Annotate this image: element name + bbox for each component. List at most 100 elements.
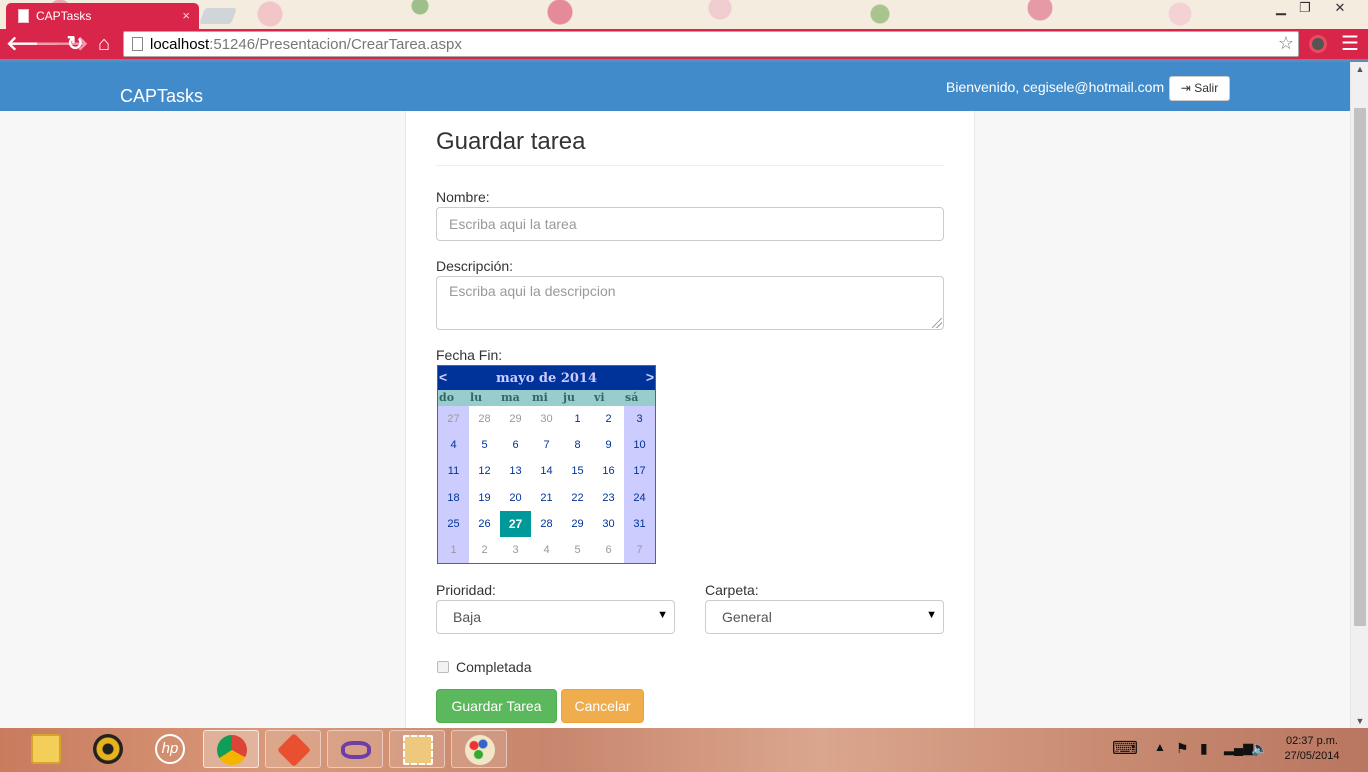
calendar-day[interactable]: 26 — [469, 511, 500, 537]
action-center-flag-icon[interactable]: ⚑ — [1176, 740, 1189, 757]
calendar-day[interactable]: 29 — [500, 406, 531, 432]
calendar-day[interactable]: 21 — [531, 485, 562, 511]
prioridad-select[interactable]: Baja ▼ — [436, 600, 675, 634]
calendar-day[interactable]: 31 — [624, 510, 655, 537]
back-arrow-icon[interactable]: 🡐 — [6, 31, 60, 57]
resize-handle-icon[interactable] — [932, 318, 942, 328]
calendar-day[interactable]: 6 — [500, 432, 531, 458]
calendar-day[interactable]: 25 — [438, 510, 469, 537]
vertical-scrollbar[interactable]: ▲ ▼ — [1350, 62, 1368, 728]
calendar-day[interactable]: 20 — [500, 485, 531, 511]
keyboard-icon[interactable]: ⌨ — [1112, 738, 1138, 759]
calendar-day[interactable]: 13 — [500, 458, 531, 484]
forward-arrow-icon[interactable]: 🡒 — [35, 31, 89, 57]
calendar-day[interactable]: 14 — [531, 458, 562, 484]
calendar-day[interactable]: 17 — [624, 458, 655, 485]
calendar-day[interactable]: 1 — [562, 406, 593, 432]
folder-icon — [31, 734, 61, 764]
calendar-day[interactable]: 18 — [438, 484, 469, 511]
calendar-day[interactable]: 2 — [469, 537, 500, 563]
taskbar-snipping-tool[interactable] — [389, 730, 445, 768]
weekday-label: do — [439, 391, 455, 404]
volume-icon[interactable]: 🔈 — [1251, 740, 1268, 757]
calendar-day-selected[interactable]: 27 — [500, 510, 531, 537]
close-tab-icon[interactable]: × — [182, 8, 190, 23]
dropdown-caret-icon: ▼ — [926, 609, 937, 621]
bookmark-star-icon[interactable]: ☆ — [1278, 33, 1294, 54]
calendar-day[interactable]: 15 — [562, 458, 593, 484]
maximize-window-button[interactable]: ❐ — [1295, 0, 1315, 17]
completada-checkbox[interactable] — [437, 661, 449, 673]
taskbar-hp[interactable]: hp — [142, 730, 198, 768]
calendar-day[interactable]: 8 — [562, 432, 593, 458]
guardar-tarea-button[interactable]: Guardar Tarea — [436, 689, 557, 723]
scrollbar-thumb[interactable] — [1354, 108, 1366, 626]
calendar-week-row: 11 12 13 14 15 16 17 — [438, 458, 655, 485]
taskbar-media-player[interactable] — [80, 730, 136, 768]
taskbar-git[interactable] — [265, 730, 321, 768]
home-icon[interactable]: ⌂ — [93, 31, 115, 57]
reload-icon[interactable]: ↻ — [64, 31, 86, 57]
new-tab-button[interactable] — [199, 8, 237, 24]
close-window-button[interactable]: ✕ — [1327, 0, 1353, 17]
calendar-day[interactable]: 4 — [531, 537, 562, 563]
calendar-day[interactable]: 16 — [593, 458, 624, 484]
logout-button[interactable]: ⇥ Salir — [1169, 76, 1230, 101]
network-signal-icon[interactable]: ▂▄▆ — [1224, 740, 1253, 756]
calendar-week-row: 18 19 20 21 22 23 24 — [438, 484, 655, 511]
minimize-window-button[interactable]: ▁ — [1271, 0, 1291, 17]
calendar-day[interactable]: 19 — [469, 485, 500, 511]
calendar-day[interactable]: 3 — [624, 406, 655, 433]
calendar-day[interactable]: 24 — [624, 484, 655, 511]
browser-menu-icon[interactable]: ☰ — [1340, 34, 1360, 54]
scroll-down-arrow-icon[interactable]: ▼ — [1351, 716, 1368, 726]
next-month-link[interactable]: > — [646, 369, 654, 385]
descripcion-label: Descripción: — [436, 258, 514, 274]
calendar-day[interactable]: 5 — [469, 432, 500, 458]
show-hidden-icons-icon[interactable]: ▲ — [1154, 740, 1166, 754]
taskbar-visual-studio[interactable] — [327, 730, 383, 768]
calendar-day[interactable]: 4 — [438, 432, 469, 459]
taskbar-paint[interactable] — [451, 730, 507, 768]
calendar-day[interactable]: 28 — [531, 511, 562, 537]
calendar-day[interactable]: 30 — [531, 406, 562, 432]
brand-link[interactable]: CAPTasks — [120, 86, 203, 107]
taskbar-chrome[interactable] — [203, 730, 259, 768]
descripcion-textarea[interactable] — [436, 276, 944, 330]
calendar-day[interactable]: 6 — [593, 537, 624, 563]
extension-icon[interactable] — [1309, 35, 1327, 53]
date-calendar: < mayo de 2014 > do lu ma mi ju vi sá 27 28 29 30… — [437, 365, 656, 565]
calendar-day[interactable]: 27 — [438, 406, 469, 433]
welcome-text: Bienvenido, cegisele@hotmail.com — [946, 79, 1165, 95]
system-clock[interactable]: 02:37 p.m. 27/05/2014 — [1278, 734, 1346, 764]
calendar-day[interactable]: 9 — [593, 432, 624, 458]
carpeta-select[interactable]: General ▼ — [705, 600, 944, 634]
address-bar[interactable]: localhost:51246/Presentacion/CrearTarea.… — [123, 31, 1299, 57]
calendar-day[interactable]: 22 — [562, 485, 593, 511]
battery-icon[interactable]: ▮ — [1200, 740, 1208, 757]
clock-time: 02:37 p.m. — [1286, 735, 1338, 747]
calendar-day[interactable]: 2 — [593, 406, 624, 432]
calendar-day[interactable]: 30 — [593, 511, 624, 537]
nombre-input[interactable] — [436, 207, 944, 241]
calendar-day[interactable]: 28 — [469, 406, 500, 432]
taskbar-file-explorer[interactable] — [18, 730, 74, 768]
browser-toolbar: 🡐 🡒 ↻ ⌂ localhost:51246/Presentacion/Cre… — [0, 29, 1368, 62]
scroll-up-arrow-icon[interactable]: ▲ — [1351, 64, 1368, 74]
sign-out-icon: ⇥ — [1180, 81, 1191, 95]
completada-label[interactable]: Completada — [456, 659, 532, 675]
calendar-day[interactable]: 1 — [438, 536, 469, 564]
calendar-day[interactable]: 3 — [500, 537, 531, 563]
calendar-day[interactable]: 10 — [624, 432, 655, 459]
calendar-day[interactable]: 12 — [469, 458, 500, 484]
calendar-day[interactable]: 11 — [438, 458, 469, 485]
calendar-day[interactable]: 7 — [624, 536, 655, 564]
weekday-label: mi — [532, 391, 548, 404]
calendar-day[interactable]: 29 — [562, 511, 593, 537]
calendar-day[interactable]: 5 — [562, 537, 593, 563]
calendar-day[interactable]: 7 — [531, 432, 562, 458]
calendar-day[interactable]: 23 — [593, 485, 624, 511]
media-player-icon — [93, 734, 123, 764]
cancelar-button[interactable]: Cancelar — [561, 689, 644, 723]
browser-tab[interactable]: CAPTasks × — [6, 3, 199, 30]
